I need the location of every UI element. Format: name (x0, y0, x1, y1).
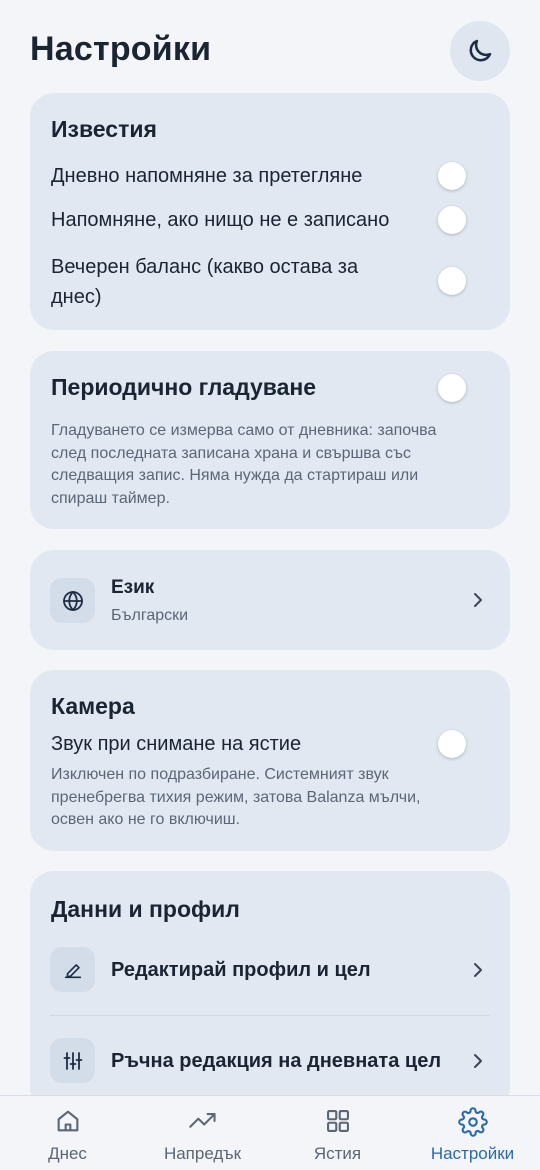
evening-balance-label: Вечерен баланс (какво остава за днес) (51, 252, 358, 312)
shutter-sound-label: Звук при снимане на ястие (51, 733, 302, 755)
home-icon (57, 1110, 78, 1132)
moon-icon (469, 39, 492, 62)
chevron-right-icon (471, 590, 485, 610)
nav-settings[interactable]: Настройки (405, 1096, 540, 1170)
nav-today-label: Днес (48, 1144, 87, 1163)
language-title: Език (111, 577, 155, 598)
fasting-description-line: следващия запис. Няма нужда да стартираш… (51, 467, 419, 484)
fasting-description-line: Гладуването се измерва само от дневника:… (51, 422, 437, 439)
fasting-title: Периодично гладуване (51, 374, 317, 400)
grid-icon (326, 1110, 349, 1132)
pencil-icon (64, 963, 81, 978)
nav-meals-label: Ястия (313, 1144, 362, 1163)
evening-balance-label-line1: Вечерен баланс (какво остава за (51, 256, 359, 278)
edit-profile-button[interactable]: Редактирай профил и цел (111, 959, 371, 982)
language-value: Български (111, 607, 189, 624)
edit-profile-icon-box (50, 947, 95, 992)
theme-toggle-button[interactable] (450, 21, 510, 81)
camera-card: Камера Звук при снимане на ястие Изключе… (30, 670, 510, 851)
camera-description-line: освен ако не го включиш. (51, 811, 241, 828)
camera-description: Изключен по подразбиране. Системният зву… (51, 764, 491, 832)
divider (50, 1015, 490, 1016)
globe-icon (62, 590, 83, 611)
notifications-card: Известия Дневно напомняне за претегляне … (30, 93, 510, 330)
nav-progress[interactable]: Напредък (135, 1096, 270, 1170)
fasting-description-line: спираш таймер. (51, 489, 170, 507)
empty-log-reminder-toggle[interactable] (438, 206, 466, 234)
manual-goal-button[interactable]: Ръчна редакция на дневната цел (111, 1050, 441, 1073)
empty-log-reminder-label: Напомняне, ако нищо не е записано (51, 209, 390, 231)
camera-title: Камера (51, 693, 135, 719)
sliders-icon (63, 1051, 82, 1070)
nav-progress-label: Напредък (163, 1144, 242, 1163)
weigh-in-reminder-label: Дневно напомняне за претегляне (51, 165, 363, 187)
nav-today[interactable]: Днес (0, 1096, 135, 1170)
shutter-sound-toggle[interactable] (438, 730, 466, 758)
gear-icon (457, 1107, 488, 1137)
trend-icon (188, 1113, 216, 1128)
notifications-title: Известия (51, 116, 157, 142)
camera-description-line: Изключен по подразбиране. Системният зву… (51, 766, 389, 783)
header: Настройки (0, 0, 540, 96)
fasting-description-line: след последната записана храна и свършва… (51, 444, 411, 462)
chevron-right-icon (471, 1051, 485, 1071)
manual-goal-icon-box (50, 1038, 95, 1083)
page-title: Настройки (30, 30, 212, 68)
settings-screen: Настройки Известия Дневно напомняне за п… (0, 0, 540, 1170)
nav-meals[interactable]: Ястия (270, 1096, 405, 1170)
camera-description-line: пренебрегва тихия режим, затова Balanza … (51, 788, 421, 806)
fasting-description: Гладуването се измерва само от дневника:… (51, 420, 491, 510)
language-icon-box (50, 578, 95, 623)
bottom-nav: Днес Напредък Ястия Настройки (0, 1095, 540, 1170)
fasting-card: Периодично гладуване Гладуването се изме… (30, 351, 510, 529)
data-profile-card: Данни и профил Редактирай профил и цел Р… (30, 871, 510, 1111)
nav-settings-label: Настройки (430, 1144, 515, 1163)
language-card[interactable]: Език Български (30, 550, 510, 650)
fasting-toggle[interactable] (438, 374, 466, 402)
chevron-right-icon (471, 960, 485, 980)
weigh-in-reminder-toggle[interactable] (438, 162, 466, 190)
evening-balance-toggle[interactable] (438, 267, 466, 295)
evening-balance-label-line2: днес) (51, 286, 102, 308)
data-profile-title: Данни и профил (51, 896, 240, 922)
